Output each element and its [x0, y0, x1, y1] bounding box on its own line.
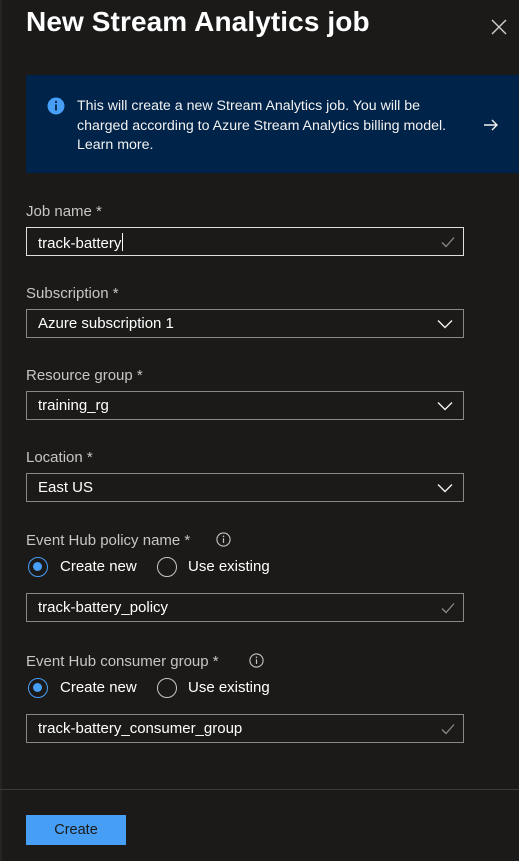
consumer-use-existing-radio[interactable] [157, 678, 177, 698]
resource-group-label: Resource group * [26, 367, 143, 384]
panel-edge [0, 0, 2, 861]
consumer-group-input[interactable]: track-battery_consumer_group [26, 714, 464, 743]
arrow-right-icon[interactable] [482, 117, 500, 133]
chevron-down-icon [437, 320, 453, 329]
policy-create-new-label[interactable]: Create new [60, 558, 137, 575]
location-label: Location * [26, 449, 93, 466]
resource-group-value: training_rg [38, 397, 109, 414]
checkmark-icon [441, 603, 455, 614]
consumer-use-existing-label[interactable]: Use existing [188, 679, 270, 696]
info-icon [47, 97, 65, 115]
chevron-down-icon [437, 402, 453, 411]
page-title: New Stream Analytics job [26, 6, 370, 37]
info-line-2: charged according to Azure Stream Analyt… [77, 117, 447, 134]
info-tooltip-icon[interactable] [249, 653, 264, 668]
chevron-down-icon [437, 484, 453, 493]
policy-name-value: track-battery_policy [38, 599, 169, 616]
job-name-input[interactable]: track-battery [26, 227, 464, 256]
policy-name-input[interactable]: track-battery_policy [26, 593, 464, 622]
subscription-label: Subscription * [26, 285, 119, 302]
job-name-label: Job name * [26, 203, 102, 220]
info-banner: This will create a new Stream Analytics … [26, 75, 519, 173]
checkmark-icon [441, 237, 455, 248]
checkmark-icon [441, 724, 455, 735]
policy-create-new-radio[interactable] [28, 557, 48, 577]
policy-use-existing-radio[interactable] [157, 557, 177, 577]
job-name-value: track-battery [38, 233, 124, 252]
info-line-1: This will create a new Stream Analytics … [77, 98, 421, 114]
consumer-group-value: track-battery_consumer_group [38, 720, 243, 737]
footer-divider [0, 789, 519, 790]
close-icon[interactable] [488, 16, 510, 38]
consumer-create-new-label[interactable]: Create new [60, 679, 137, 696]
location-value: East US [38, 479, 94, 496]
info-message: This will create a new Stream Analytics … [77, 97, 477, 156]
create-job-panel: New Stream Analytics job This will creat… [0, 0, 519, 861]
location-dropdown[interactable]: East US [26, 473, 464, 502]
consumer-create-new-radio[interactable] [28, 678, 48, 698]
subscription-value: Azure subscription 1 [38, 315, 174, 332]
policy-use-existing-label[interactable]: Use existing [188, 558, 270, 575]
consumer-group-label: Event Hub consumer group * [26, 653, 219, 670]
create-button[interactable]: Create [26, 815, 126, 845]
policy-name-label: Event Hub policy name * [26, 532, 191, 549]
info-tooltip-icon[interactable] [216, 532, 231, 547]
resource-group-dropdown[interactable]: training_rg [26, 391, 464, 420]
subscription-dropdown[interactable]: Azure subscription 1 [26, 309, 464, 338]
learn-more-link[interactable]: Learn more. [77, 136, 477, 156]
